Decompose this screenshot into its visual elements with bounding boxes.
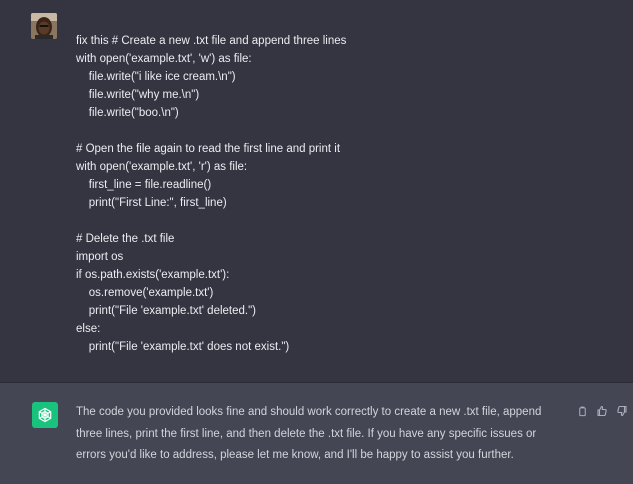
user-message-line: with open('example.txt', 'w') as file:	[76, 53, 252, 65]
copy-icon[interactable]	[575, 404, 589, 418]
assistant-message-text: The code you provided looks fine and sho…	[76, 406, 542, 461]
user-message-line: else:	[76, 323, 101, 335]
user-message-line	[76, 212, 616, 230]
user-message-line: file.write("boo.\n")	[76, 107, 179, 119]
user-avatar-image	[31, 13, 57, 39]
user-message-line	[76, 122, 616, 140]
user-message: fix this # Create a new .txt file and ap…	[0, 0, 633, 383]
openai-logo-icon	[38, 407, 52, 423]
user-message-line: print("File 'example.txt' deleted.")	[76, 305, 257, 317]
user-message-line: import os	[76, 251, 124, 263]
assistant-avatar	[32, 402, 58, 428]
user-message-line: # Open the file again to read the first …	[76, 143, 341, 155]
user-message-line: with open('example.txt', 'r') as file:	[76, 161, 248, 173]
user-message-line: # Delete the .txt file	[76, 233, 175, 245]
user-message-line: if os.path.exists('example.txt'):	[76, 269, 230, 281]
thumbs-up-icon[interactable]	[595, 404, 609, 418]
user-message-line: file.write("i like ice cream.\n")	[76, 71, 236, 83]
user-message-line: file.write("why me.\n")	[76, 89, 200, 101]
user-message-line: first_line = file.readline()	[76, 179, 212, 191]
user-message-line: fix this # Create a new .txt file and ap…	[76, 35, 347, 47]
user-message-line: print("First Line:", first_line)	[76, 197, 227, 209]
message-actions	[575, 404, 629, 418]
user-message-text: fix this # Create a new .txt file and ap…	[76, 32, 616, 356]
thumbs-down-icon[interactable]	[615, 404, 629, 418]
user-message-line: print("File 'example.txt' does not exist…	[76, 341, 290, 353]
user-avatar	[31, 13, 57, 39]
user-message-line: os.remove('example.txt')	[76, 287, 214, 299]
